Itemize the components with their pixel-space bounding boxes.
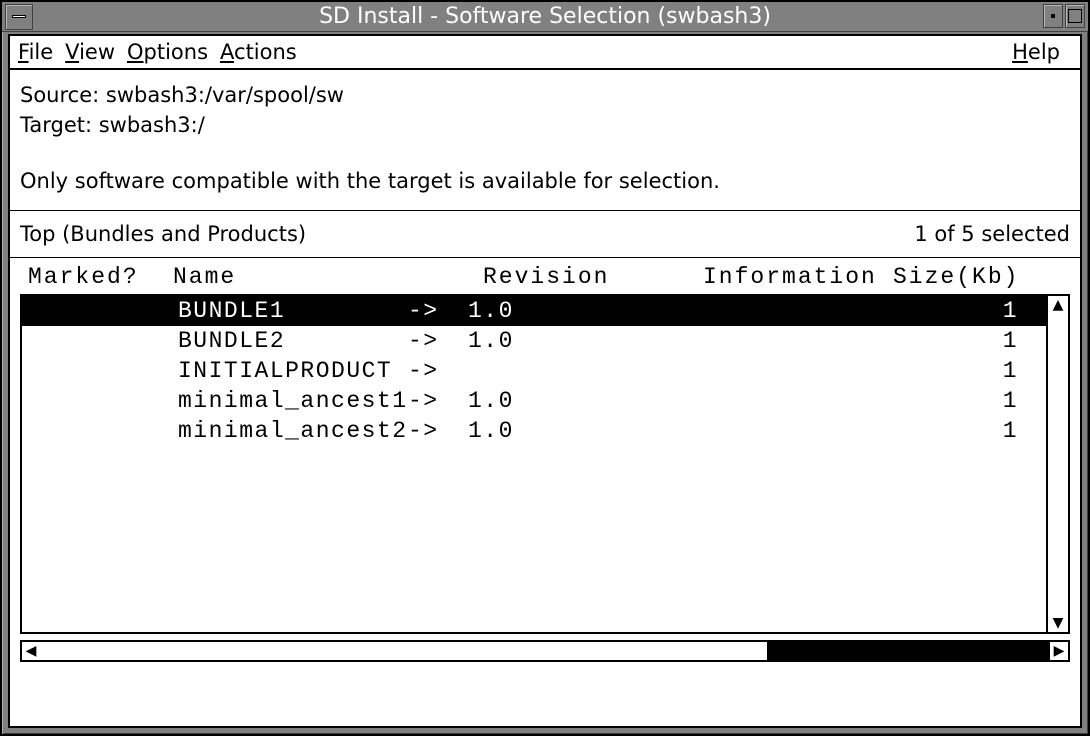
cell-size: 1 <box>878 386 1028 416</box>
col-name: Name <box>173 264 483 290</box>
scroll-left-icon[interactable]: ◀ <box>22 642 40 660</box>
minimize-button[interactable] <box>1043 4 1063 28</box>
window-title: SD Install - Software Selection (swbash3… <box>2 3 1088 31</box>
target-value: swbash3:/ <box>99 113 205 137</box>
window: SD Install - Software Selection (swbash3… <box>0 0 1090 736</box>
menu-options[interactable]: Options <box>127 40 208 64</box>
cell-revision: 1.0 <box>468 386 808 416</box>
scroll-down-icon[interactable]: ▼ <box>1048 614 1068 632</box>
cell-size: 1 <box>878 356 1028 386</box>
cell-size: 1 <box>878 416 1028 446</box>
table-row[interactable]: BUNDLE2->1.0 1 <box>22 326 1046 356</box>
cell-arrow: -> <box>408 416 468 446</box>
target-label: Target: <box>20 113 99 137</box>
cell-information <box>808 386 878 416</box>
cell-arrow: -> <box>408 326 468 356</box>
col-marked: Marked? <box>28 264 173 290</box>
cell-arrow: -> <box>408 356 468 386</box>
scroll-right-icon[interactable]: ▶ <box>1050 642 1068 660</box>
menu-help[interactable]: Help <box>1012 40 1060 64</box>
software-list: BUNDLE1->1.01BUNDLE2->1.01INITIALPRODUCT… <box>20 294 1070 634</box>
cell-size: 1 <box>878 326 1028 356</box>
cell-information <box>808 356 878 386</box>
horizontal-scrollbar[interactable]: ◀ ▶ <box>20 640 1070 662</box>
cell-size: 1 <box>878 296 1028 326</box>
table-row[interactable]: BUNDLE1->1.0 1 <box>22 296 1046 326</box>
status-row: Top (Bundles and Products) 1 of 5 select… <box>10 211 1080 257</box>
cell-marked <box>28 326 178 356</box>
list-body[interactable]: BUNDLE1->1.01BUNDLE2->1.01INITIALPRODUCT… <box>22 296 1046 632</box>
vertical-scrollbar[interactable]: ▲ ▼ <box>1046 296 1068 632</box>
menu-file[interactable]: File <box>18 40 53 64</box>
cell-name: INITIALPRODUCT <box>178 356 408 386</box>
hscroll-track[interactable] <box>40 642 1050 660</box>
menu-view[interactable]: View <box>65 40 115 64</box>
cell-name: BUNDLE2 <box>178 326 408 356</box>
table-row[interactable]: INITIALPRODUCT-> 1 <box>22 356 1046 386</box>
maximize-button[interactable] <box>1065 4 1085 28</box>
cell-information <box>808 326 878 356</box>
compat-note: Only software compatible with the target… <box>20 166 1070 196</box>
cell-information <box>808 416 878 446</box>
breadcrumb: Top (Bundles and Products) <box>20 219 306 249</box>
hscroll-thumb[interactable] <box>767 642 1050 660</box>
cell-marked <box>28 296 178 326</box>
column-headers: Marked? Name Revision Information Size(K… <box>10 258 1080 294</box>
system-menu-button[interactable] <box>5 4 33 30</box>
target-line: Target: swbash3:/ <box>20 110 1070 140</box>
scroll-up-icon[interactable]: ▲ <box>1048 296 1068 314</box>
selection-count: 1 of 5 selected <box>914 219 1070 249</box>
col-size: Size(Kb) <box>893 264 1043 290</box>
cell-revision: 1.0 <box>468 296 808 326</box>
scroll-track[interactable] <box>1048 314 1068 614</box>
cell-name: BUNDLE1 <box>178 296 408 326</box>
info-area: Source: swbash3:/var/spool/sw Target: sw… <box>10 70 1080 210</box>
cell-information <box>808 296 878 326</box>
menu-actions[interactable]: Actions <box>220 40 297 64</box>
client-area: File View Options Actions Help Source: s… <box>8 34 1082 728</box>
cell-revision: 1.0 <box>468 416 808 446</box>
cell-revision <box>468 356 808 386</box>
cell-marked <box>28 356 178 386</box>
cell-arrow: -> <box>408 296 468 326</box>
table-row[interactable]: minimal_ancest2->1.0 1 <box>22 416 1046 446</box>
source-label: Source: <box>20 83 106 107</box>
cell-name: minimal_ancest2 <box>178 416 408 446</box>
col-information: Information <box>703 264 893 290</box>
table-row[interactable]: minimal_ancest1->1.0 1 <box>22 386 1046 416</box>
cell-marked <box>28 386 178 416</box>
col-revision: Revision <box>483 264 703 290</box>
source-line: Source: swbash3:/var/spool/sw <box>20 80 1070 110</box>
source-value: swbash3:/var/spool/sw <box>106 83 344 107</box>
cell-revision: 1.0 <box>468 326 808 356</box>
cell-arrow: -> <box>408 386 468 416</box>
cell-marked <box>28 416 178 446</box>
titlebar: SD Install - Software Selection (swbash3… <box>2 2 1088 32</box>
cell-name: minimal_ancest1 <box>178 386 408 416</box>
menubar: File View Options Actions Help <box>10 36 1080 70</box>
